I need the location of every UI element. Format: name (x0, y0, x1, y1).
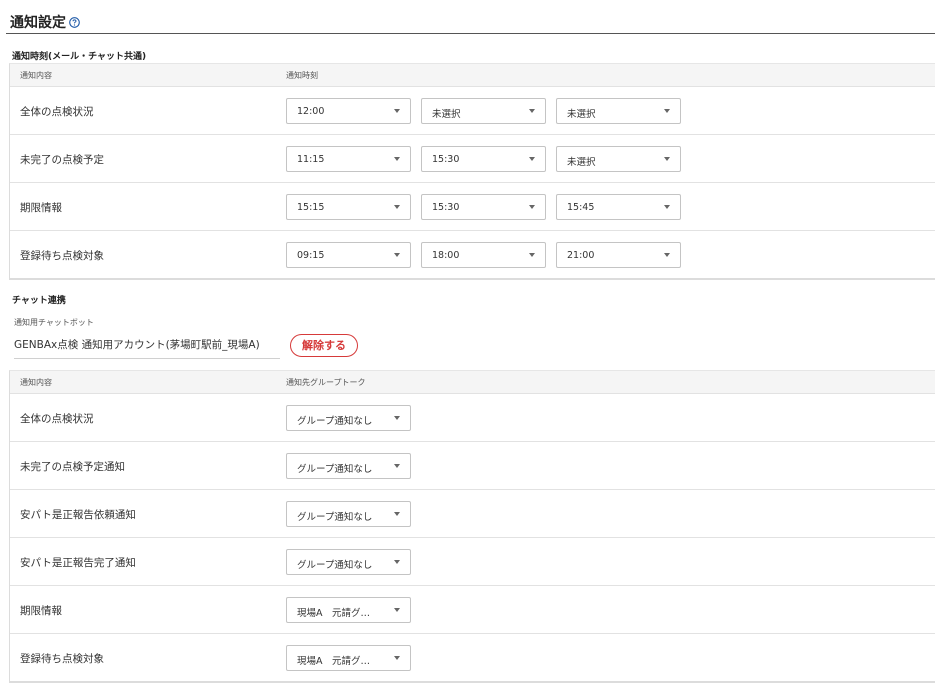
select-value: 11:15 (297, 154, 325, 165)
group-select[interactable]: 現場A 元請グ… (286, 645, 411, 671)
table-row: 未完了の点検予定通知 グループ通知なし (10, 441, 935, 489)
row-label: 登録待ち点検対象 (20, 653, 104, 665)
time-select-1[interactable]: 12:00 (286, 98, 411, 124)
time-select-3[interactable]: 21:00 (556, 242, 681, 268)
time-select-3[interactable]: 15:45 (556, 194, 681, 220)
time-select-3[interactable]: 未選択 (556, 98, 681, 124)
time-select-2[interactable]: 18:00 (421, 242, 546, 268)
group-select[interactable]: 現場A 元請グ… (286, 597, 411, 623)
row-label: 期限情報 (20, 605, 62, 617)
row-label: 期限情報 (20, 202, 62, 214)
select-value: 未選択 (567, 157, 596, 168)
caret-down-icon (394, 416, 400, 420)
row-label: 全体の点検状況 (20, 106, 94, 118)
select-value: 未選択 (567, 109, 596, 120)
table-row: 全体の点検状況 グループ通知なし (10, 393, 935, 441)
row-label: 全体の点検状況 (20, 413, 94, 425)
col-header-content: 通知内容 (20, 378, 52, 387)
caret-down-icon (394, 656, 400, 660)
row-label: 登録待ち点検対象 (20, 250, 104, 262)
select-value: グループ通知なし (297, 464, 373, 475)
chat-group-table: 通知内容 通知先グループトーク 全体の点検状況 グループ通知なし 未完了の点検予… (9, 370, 935, 683)
title-divider (6, 33, 935, 34)
select-value: グループ通知なし (297, 416, 373, 427)
table-row: 期限情報 15:15 15:30 15:45 (10, 182, 935, 230)
select-value: 21:00 (567, 250, 595, 261)
chatbot-underline (14, 358, 280, 359)
select-value: 09:15 (297, 250, 325, 261)
caret-down-icon (529, 109, 535, 113)
chatbot-name: GENBAx点検 通知用アカウント(茅場町駅前_現場A) (14, 339, 260, 351)
question-circle-icon[interactable] (69, 16, 80, 28)
col-header-content: 通知内容 (20, 71, 52, 80)
select-value: 15:30 (432, 154, 460, 165)
select-value: 15:15 (297, 202, 325, 213)
chat-heading: チャット連携 (12, 296, 66, 306)
table-row: 安パト是正報告依頼通知 グループ通知なし (10, 489, 935, 537)
group-select[interactable]: グループ通知なし (286, 549, 411, 575)
time-select-1[interactable]: 11:15 (286, 146, 411, 172)
caret-down-icon (394, 205, 400, 209)
group-select[interactable]: グループ通知なし (286, 453, 411, 479)
select-value: グループ通知なし (297, 560, 373, 571)
table-row: 登録待ち点検対象 現場A 元請グ… (10, 633, 935, 681)
time-select-2[interactable]: 15:30 (421, 194, 546, 220)
select-value: グループ通知なし (297, 512, 373, 523)
caret-down-icon (664, 109, 670, 113)
select-value: 現場A 元請グ… (297, 656, 370, 667)
caret-down-icon (529, 253, 535, 257)
select-value: 現場A 元請グ… (297, 608, 370, 619)
select-value: 15:45 (567, 202, 595, 213)
notification-time-table: 通知内容 通知時刻 全体の点検状況 12:00 未選択 未選択 未完了の点検予定… (9, 63, 935, 280)
table-row: 全体の点検状況 12:00 未選択 未選択 (10, 86, 935, 134)
row-label: 安パト是正報告完了通知 (20, 557, 136, 569)
page-title: 通知設定 (10, 12, 80, 32)
caret-down-icon (529, 205, 535, 209)
table-row: 未完了の点検予定 11:15 15:30 未選択 (10, 134, 935, 182)
select-value: 12:00 (297, 106, 325, 117)
time-select-2[interactable]: 未選択 (421, 98, 546, 124)
select-value: 18:00 (432, 250, 460, 261)
table-header: 通知内容 通知時刻 (10, 64, 935, 86)
row-label: 未完了の点検予定通知 (20, 461, 125, 473)
table-row: 登録待ち点検対象 09:15 18:00 21:00 (10, 230, 935, 278)
group-select[interactable]: グループ通知なし (286, 405, 411, 431)
table-row: 安パト是正報告完了通知 グループ通知なし (10, 537, 935, 585)
row-label: 安パト是正報告依頼通知 (20, 509, 136, 521)
select-value: 15:30 (432, 202, 460, 213)
caret-down-icon (664, 253, 670, 257)
col-header-group: 通知先グループトーク (286, 378, 366, 387)
caret-down-icon (529, 157, 535, 161)
select-value: 未選択 (432, 109, 461, 120)
group-select[interactable]: グループ通知なし (286, 501, 411, 527)
caret-down-icon (664, 157, 670, 161)
page-title-text: 通知設定 (10, 15, 66, 31)
caret-down-icon (664, 205, 670, 209)
col-header-time: 通知時刻 (286, 71, 318, 80)
table-row: 期限情報 現場A 元請グ… (10, 585, 935, 633)
time-select-2[interactable]: 15:30 (421, 146, 546, 172)
caret-down-icon (394, 512, 400, 516)
table-header: 通知内容 通知先グループトーク (10, 371, 935, 393)
time-select-3[interactable]: 未選択 (556, 146, 681, 172)
caret-down-icon (394, 253, 400, 257)
notification-time-heading: 通知時刻(メール・チャット共通) (12, 52, 147, 62)
caret-down-icon (394, 109, 400, 113)
caret-down-icon (394, 608, 400, 612)
time-select-1[interactable]: 15:15 (286, 194, 411, 220)
release-button[interactable]: 解除する (290, 334, 358, 357)
time-select-1[interactable]: 09:15 (286, 242, 411, 268)
caret-down-icon (394, 157, 400, 161)
caret-down-icon (394, 560, 400, 564)
row-label: 未完了の点検予定 (20, 154, 104, 166)
chatbot-label: 通知用チャットボット (14, 318, 94, 327)
caret-down-icon (394, 464, 400, 468)
